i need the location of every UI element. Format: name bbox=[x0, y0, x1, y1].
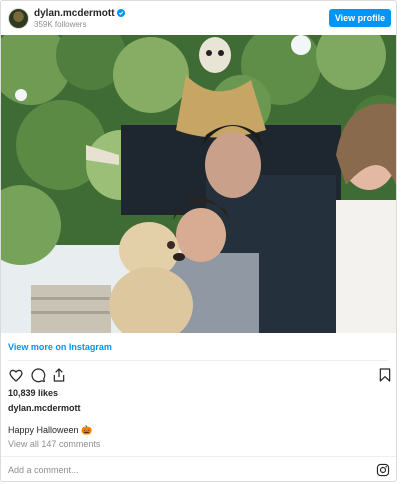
avatar[interactable] bbox=[8, 8, 29, 29]
verified-badge-icon bbox=[116, 9, 125, 17]
instagram-logo-icon[interactable] bbox=[376, 463, 390, 477]
bookmark-icon[interactable] bbox=[377, 367, 393, 383]
view-comments-link[interactable]: View all 147 comments bbox=[8, 439, 100, 449]
follower-count: 359K followers bbox=[34, 20, 87, 29]
post-photo[interactable] bbox=[1, 35, 396, 333]
instagram-embed-card: dylan.mcdermott 359K followers View prof… bbox=[0, 0, 397, 482]
add-comment-input[interactable]: Add a comment... bbox=[8, 465, 79, 475]
view-more-link[interactable]: View more on Instagram bbox=[8, 342, 112, 352]
username[interactable]: dylan.mcdermott bbox=[34, 8, 125, 19]
username-text[interactable]: dylan.mcdermott bbox=[34, 8, 115, 19]
divider bbox=[8, 360, 388, 361]
heart-icon[interactable] bbox=[8, 367, 24, 383]
share-icon[interactable] bbox=[51, 367, 67, 383]
post-caption: Happy Halloween 🎃 bbox=[8, 425, 93, 435]
poster-username[interactable]: dylan.mcdermott bbox=[8, 403, 81, 413]
post-header: dylan.mcdermott 359K followers View prof… bbox=[1, 1, 396, 34]
comment-icon[interactable] bbox=[30, 367, 46, 383]
divider bbox=[1, 456, 396, 457]
view-profile-button[interactable]: View profile bbox=[329, 9, 391, 27]
like-count[interactable]: 10,839 likes bbox=[8, 388, 58, 398]
